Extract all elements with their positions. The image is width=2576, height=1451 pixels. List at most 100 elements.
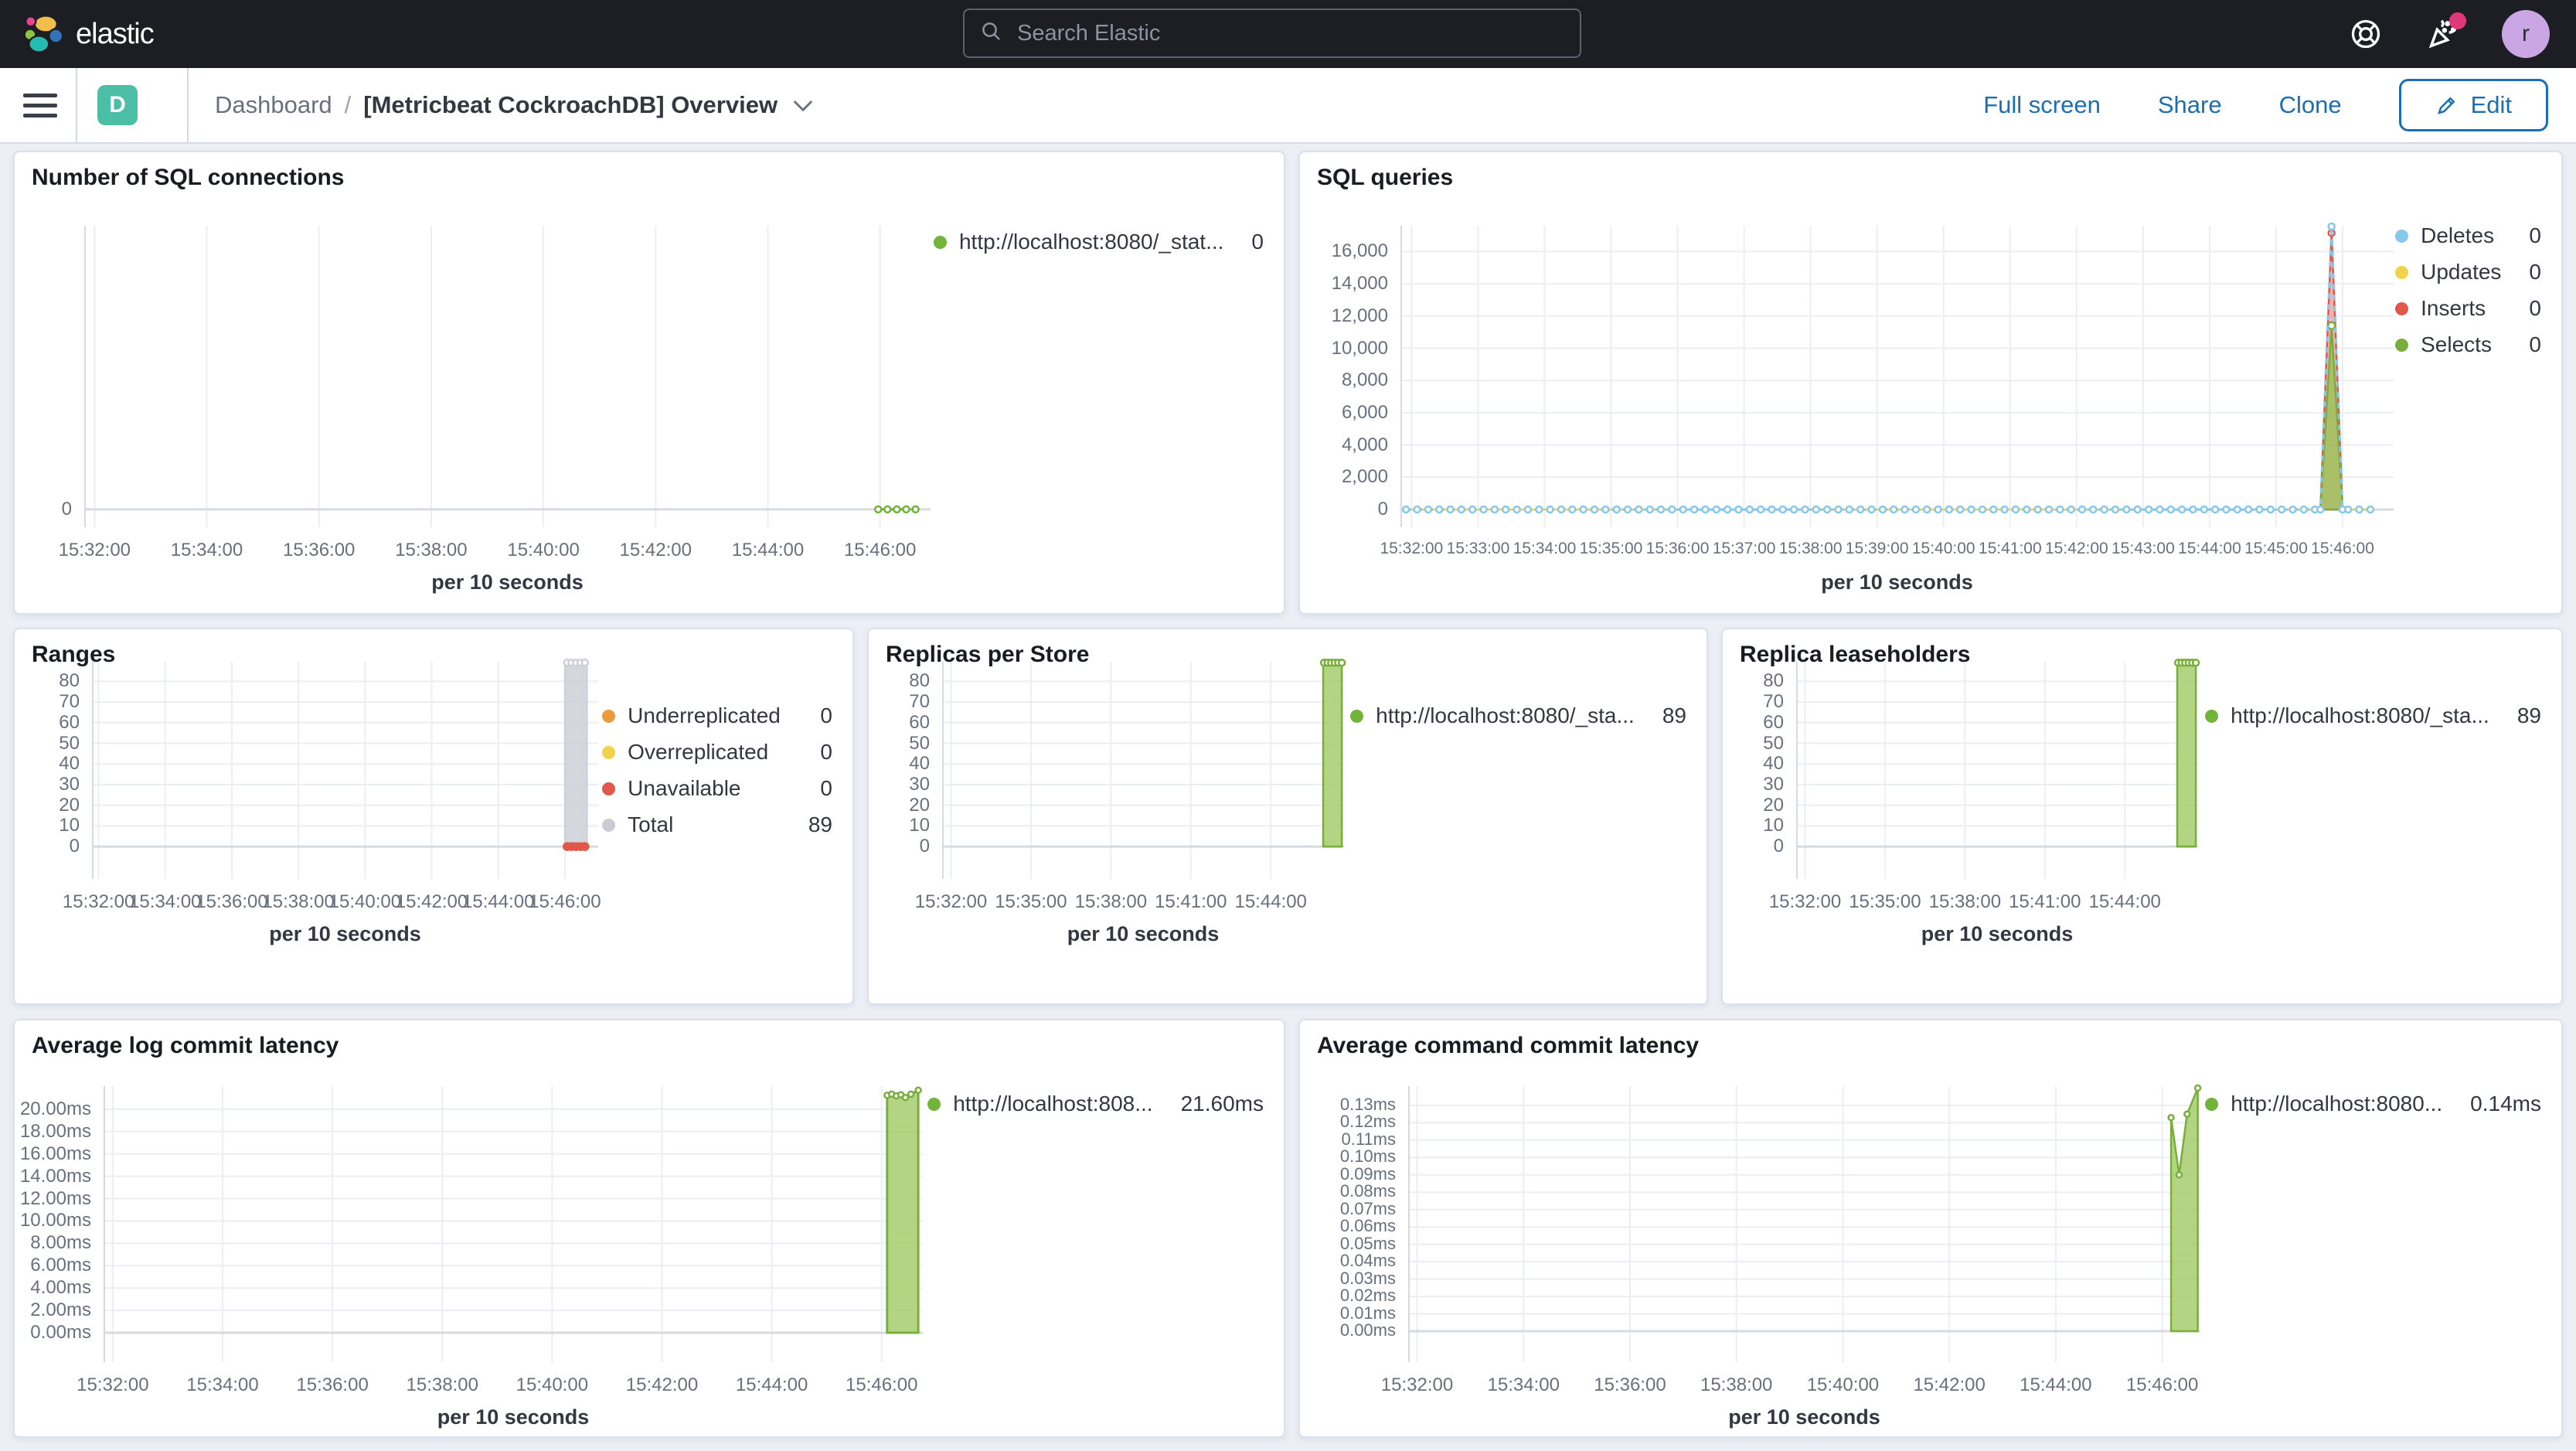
x-axis: 15:32:00 15:34:00 15:36:00 15:38:00 15:40:00… — [1381, 1362, 2200, 1402]
y-tick-label: 50 — [909, 732, 930, 754]
chart-legend: http://localhost:8080/_sta... 89 — [1350, 703, 1686, 728]
menu-button[interactable] — [23, 93, 57, 118]
chart-legend: http://localhost:8080/_stat... 0 — [933, 230, 1264, 254]
x-tick-label: 15:36:00 — [296, 1374, 369, 1395]
legend-series-label[interactable]: http://localhost:8080/_sta... — [1376, 703, 1635, 728]
panel-title[interactable]: Average command commit latency — [1317, 1033, 1699, 1059]
x-tick-label: 15:39:00 — [1845, 540, 1909, 557]
share-button[interactable]: Share — [2158, 91, 2222, 119]
y-tick-label: 70 — [1763, 691, 1784, 713]
x-axis: 15:32:00 15:35:00 15:38:00 15:41:00 15:44:00 — [1769, 879, 2198, 919]
x-tick-label: 15:36:00 — [282, 540, 356, 560]
legend-series-label[interactable]: Total — [628, 812, 781, 837]
x-tick-label: 15:35:00 — [1579, 540, 1643, 557]
panel-title[interactable]: Average log commit latency — [32, 1033, 339, 1059]
user-avatar[interactable]: r — [2502, 10, 2550, 58]
y-tick-label: 0.13ms — [1339, 1094, 1396, 1114]
help-button[interactable] — [2347, 15, 2384, 53]
breadcrumb-dashboard-link[interactable]: Dashboard — [215, 91, 332, 119]
dashboard-app-badge[interactable]: D — [97, 85, 138, 125]
page-title[interactable]: [Metricbeat CockroachDB] Overview — [363, 91, 778, 119]
legend-series-label[interactable]: http://localhost:8080/_stat... — [959, 230, 1223, 254]
chart-canvas[interactable]: 0 2,000 4,000 6,000 8,000 10,000 12,000 14,000 1… — [1300, 222, 2561, 594]
chart-canvas[interactable]: 0 15:32:00 15:34:00 15:36:00 15:38:00 15:40:0… — [15, 226, 1284, 594]
legend-series-value: 21.60ms — [1180, 1092, 1264, 1115]
y-tick-label: 80 — [59, 670, 80, 692]
y-tick-label: 14.00ms — [19, 1165, 91, 1187]
x-tick-label: 15:40:00 — [516, 1374, 589, 1395]
chevron-down-icon[interactable] — [791, 97, 815, 113]
y-tick-label: 6.00ms — [30, 1255, 91, 1276]
plot-area[interactable] — [1400, 222, 2394, 527]
y-tick-label: 14,000 — [1331, 273, 1388, 295]
x-tick-label: 15:32:00 — [1380, 1374, 1454, 1395]
legend-series-label[interactable]: Selects — [2421, 332, 2501, 357]
y-axis: 0 10 20 30 40 50 60 70 80 — [869, 662, 942, 879]
legend-series-dot — [2395, 229, 2409, 243]
full-screen-button[interactable]: Full screen — [1983, 91, 2101, 119]
panel-title[interactable]: Number of SQL connections — [32, 165, 345, 191]
clone-button[interactable]: Clone — [2279, 91, 2342, 119]
legend-series-label[interactable]: Updates — [2421, 260, 2501, 284]
x-tick-label: 15:41:00 — [1978, 540, 2042, 557]
breadcrumb: Dashboard / [Metricbeat CockroachDB] Ove… — [215, 91, 815, 119]
x-tick-label: 15:44:00 — [2178, 540, 2241, 557]
x-tick-label: 15:44:00 — [735, 1374, 808, 1395]
legend-series-dot — [933, 235, 947, 249]
x-tick-label: 15:32:00 — [914, 891, 988, 912]
x-tick-label: 15:38:00 — [406, 1374, 478, 1395]
news-button[interactable] — [2425, 12, 2466, 53]
divider — [76, 68, 77, 142]
plot-area[interactable] — [104, 1086, 923, 1362]
legend-series-label[interactable]: Overreplicated — [628, 740, 781, 765]
x-tick-label: 15:46:00 — [2311, 540, 2374, 557]
y-tick-label: 70 — [909, 691, 930, 713]
legend-series-value: 0 — [820, 776, 832, 800]
chart-canvas[interactable]: 0.00ms 0.01ms 0.02ms 0.03ms 0.04ms 0.05ms 0.06… — [1300, 1084, 2561, 1429]
x-axis-title: per 10 seconds — [1728, 1405, 1880, 1429]
legend-series-dot — [2395, 301, 2409, 315]
x-tick-label: 15:42:00 — [619, 540, 692, 560]
legend-series-label[interactable]: Inserts — [2421, 296, 2501, 321]
legend-series-label[interactable]: Deletes — [2421, 223, 2501, 248]
y-tick-label: 60 — [1763, 711, 1784, 733]
elastic-logo[interactable]: elastic — [23, 14, 155, 54]
legend-series-label[interactable]: http://localhost:808... — [953, 1092, 1152, 1116]
y-tick-label: 10.00ms — [19, 1210, 91, 1231]
global-search[interactable] — [963, 9, 1581, 58]
y-tick-label: 10 — [59, 815, 80, 836]
legend-series-label[interactable]: http://localhost:8080... — [2231, 1092, 2442, 1116]
y-tick-label: 2.00ms — [30, 1299, 91, 1321]
x-tick-label: 15:34:00 — [1513, 540, 1577, 557]
x-tick-label: 15:34:00 — [129, 891, 202, 912]
x-tick-label: 15:44:00 — [462, 891, 535, 912]
panel-title[interactable]: SQL queries — [1317, 165, 1453, 191]
legend-series-value: 0 — [2529, 296, 2541, 320]
chart-legend: http://localhost:8080... 0.14ms — [2205, 1092, 2541, 1116]
y-tick-label: 16.00ms — [19, 1143, 91, 1164]
legend-series-dot — [2205, 1097, 2219, 1111]
logo-wordmark: elastic — [76, 17, 155, 50]
legend-series-label[interactable]: Underreplicated — [628, 703, 781, 728]
x-axis-title: per 10 seconds — [437, 1405, 590, 1429]
x-axis-title: per 10 seconds — [1821, 571, 1973, 594]
legend-series-label[interactable]: Unavailable — [628, 776, 781, 801]
plot-area[interactable] — [92, 659, 598, 879]
x-tick-label: 15:42:00 — [1913, 1374, 1986, 1395]
legend-series-dot — [927, 1097, 941, 1111]
plot-area[interactable] — [1408, 1084, 2202, 1362]
chart-canvas[interactable]: 0.00ms 2.00ms 4.00ms 6.00ms 8.00ms 10.00ms 12.… — [15, 1086, 1284, 1429]
y-tick-label: 50 — [1763, 732, 1784, 754]
y-tick-label: 10 — [1763, 815, 1784, 836]
dashboard-toolbar: D Dashboard / [Metricbeat CockroachDB] O… — [0, 68, 2576, 144]
x-tick-label: 15:38:00 — [395, 540, 468, 560]
legend-series-label[interactable]: http://localhost:8080/_sta... — [2231, 703, 2489, 728]
y-axis: 0 2,000 4,000 6,000 8,000 10,000 12,000 14,000 1… — [1300, 226, 1400, 527]
plot-area[interactable] — [1796, 659, 2200, 879]
search-input[interactable] — [1016, 19, 1580, 47]
y-tick-label: 50 — [59, 732, 80, 754]
global-header: elastic Search Elastic r — [0, 0, 2576, 68]
plot-area[interactable] — [942, 659, 1346, 879]
plot-area[interactable] — [84, 226, 931, 527]
edit-button[interactable]: Edit — [2398, 79, 2548, 131]
